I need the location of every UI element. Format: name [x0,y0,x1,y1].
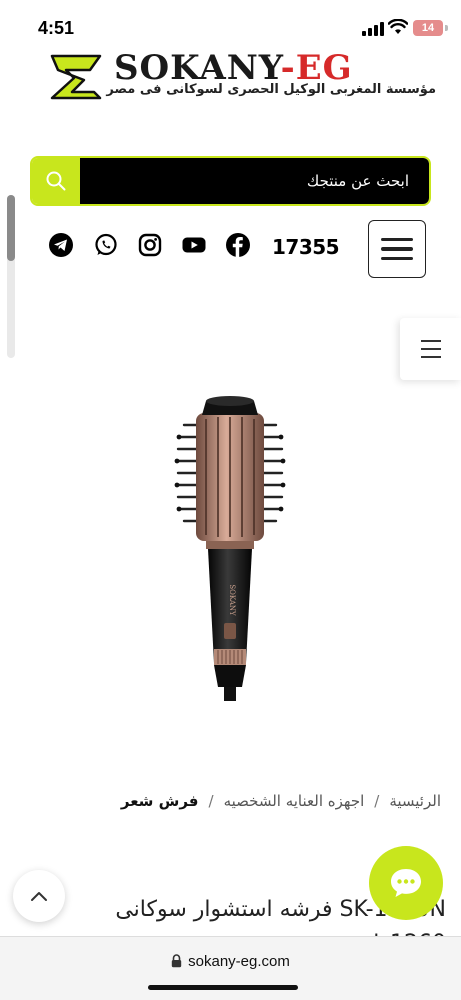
side-menu-line [420,340,441,342]
breadcrumb-category[interactable]: اجهزه العنايه الشخصيه [224,792,365,810]
home-indicator[interactable] [148,985,298,990]
browser-address-bar[interactable]: sokany-eg.com [0,936,461,1000]
facebook-icon[interactable] [225,232,251,258]
search-icon [46,171,66,191]
side-menu-toggle[interactable] [400,318,461,380]
battery-level: 14 [421,22,435,34]
breadcrumb-separator: / [208,792,214,810]
side-menu-line [420,356,441,358]
side-menu-line [420,348,441,350]
chevron-up-icon [31,892,47,901]
url-display[interactable]: sokany-eg.com [0,953,461,970]
breadcrumb-separator: / [374,792,380,810]
youtube-icon[interactable] [181,232,207,258]
product-image[interactable]: SOKANY [150,395,310,710]
lock-icon [171,954,182,968]
search-bar [30,156,431,206]
url-text: sokany-eg.com [188,953,290,970]
chat-button[interactable] [369,846,443,920]
whatsapp-icon[interactable] [93,232,119,258]
menu-line [381,237,413,242]
signal-icon [362,22,384,36]
scroll-to-top-button[interactable] [13,870,65,922]
search-button[interactable] [32,158,80,204]
breadcrumb-home[interactable]: الرئيسية [389,792,441,810]
breadcrumb: الرئيسية / اجهزه العنايه الشخصيه / فرش شعر [121,792,441,810]
battery-cap [445,25,448,31]
product-brand-mark: SOKANY [228,584,236,616]
instagram-icon[interactable] [137,232,163,258]
search-input[interactable] [80,158,429,204]
telegram-icon[interactable] [48,232,74,258]
scrollbar-thumb[interactable] [7,195,15,261]
menu-line [381,247,413,251]
menu-line [381,256,413,261]
hotline-number[interactable]: 17355 [272,235,340,259]
chat-bubble-icon [391,869,421,897]
site-logo[interactable]: SOKANY-EG مؤسسة المغربى الوكيل الحصرى لس… [44,48,436,104]
menu-button[interactable] [368,220,426,278]
battery-icon: 14 [413,20,443,36]
wifi-icon [388,19,408,34]
logo-mark-icon [50,54,102,100]
status-time: 4:51 [38,18,75,38]
logo-tagline: مؤسسة المغربى الوكيل الحصرى لسوكانى فى م… [106,82,436,97]
breadcrumb-current: فرش شعر [120,792,199,810]
status-bar: 4:51 14 [0,0,461,52]
